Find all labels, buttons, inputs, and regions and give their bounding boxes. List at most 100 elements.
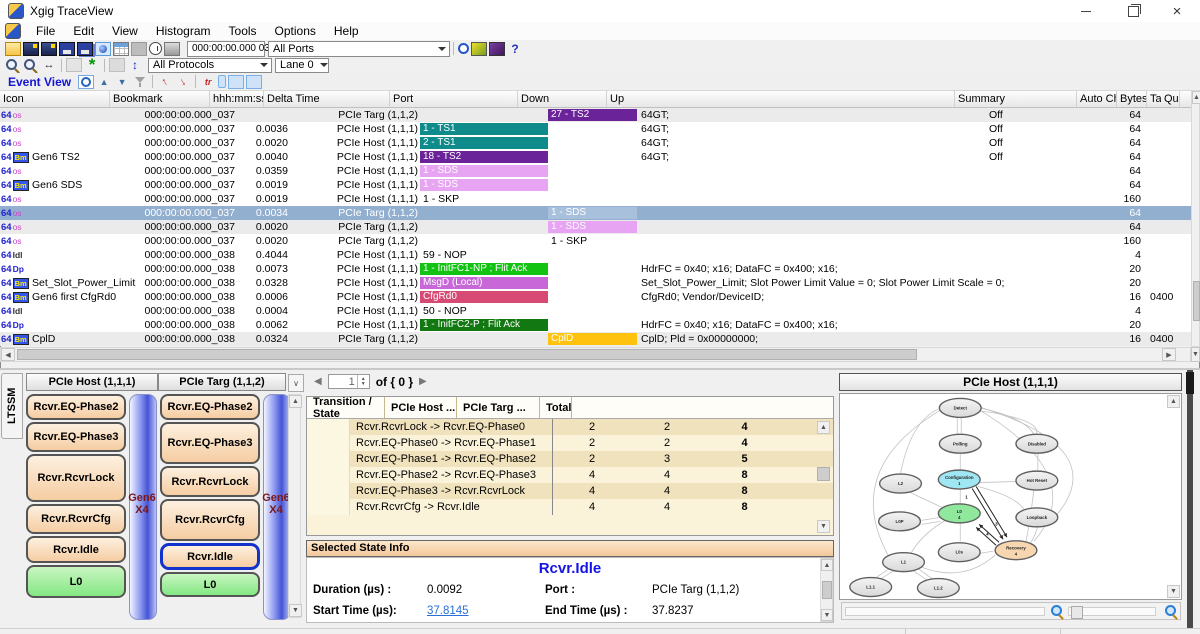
column-header[interactable]: hhh:mm:ss.ms_us	[210, 91, 264, 107]
column-header[interactable]: Bytes	[1117, 91, 1147, 107]
targ-column-header[interactable]: PCIe Targ (1,1,2)	[158, 373, 286, 391]
protocols-combo[interactable]: All Protocols	[148, 58, 272, 73]
help-icon[interactable]	[507, 42, 523, 56]
host-column-header[interactable]: PCIe Host (1,1,1)	[26, 373, 158, 391]
event-row[interactable]: 64 Dp 000:00:00.000_038 0.0062 PCIe Host…	[0, 318, 1191, 332]
column-header[interactable]: Up	[607, 91, 955, 107]
next-triangle-icon[interactable]	[114, 75, 130, 89]
column-header[interactable]: Summary	[955, 91, 1077, 107]
updown-arrows-icon[interactable]	[127, 58, 143, 72]
database-save-icon[interactable]	[23, 42, 39, 56]
scroll-right-icon[interactable]	[1162, 348, 1176, 361]
zoom-in-icon[interactable]	[5, 58, 21, 72]
scroll-up-icon[interactable]	[289, 395, 302, 408]
lane-combo[interactable]: Lane 0	[275, 58, 329, 73]
protocols-combo-caret-icon[interactable]	[257, 59, 271, 72]
menu-item[interactable]: Options	[266, 24, 325, 38]
transition-row[interactable]: Rcvr.EQ-Phase0 -> Rcvr.EQ-Phase1 2 2 4	[307, 435, 833, 451]
start-time-link[interactable]: 37.8145	[427, 605, 469, 617]
ltssm-state[interactable]: Rcvr.RcvrCfg	[160, 499, 260, 541]
trace-view-icon[interactable]	[95, 42, 111, 56]
state-node-l1[interactable]: L1	[883, 553, 925, 572]
database-export-icon[interactable]	[41, 42, 57, 56]
up-packet[interactable]: CplD	[548, 333, 637, 345]
state-node-l11[interactable]: L1.1	[850, 578, 892, 597]
expert-view-icon[interactable]	[471, 42, 487, 56]
event-row[interactable]: 64 os 000:00:00.000_037 0.0020 PCIe Targ…	[0, 234, 1191, 248]
transition-row[interactable]: Rcvr.EQ-Phase2 -> Rcvr.EQ-Phase3 4 4 8	[307, 467, 833, 483]
down-packet[interactable]: 1 - SDS	[420, 165, 548, 177]
down-packet[interactable]: 50 - NOP	[420, 305, 467, 317]
event-row[interactable]: 64 os 000:00:00.000_037 PCIe Targ (1,1,2…	[0, 108, 1191, 122]
clock-view-icon[interactable]	[149, 42, 162, 55]
header-chevron-icon[interactable]	[288, 374, 304, 392]
scroll-down-icon[interactable]	[1167, 585, 1180, 598]
menu-item[interactable]: Help	[325, 24, 368, 38]
transition-row[interactable]: Rcvr.EQ-Phase1 -> Rcvr.EQ-Phase2 2 3 5	[307, 451, 833, 467]
state-node-l12[interactable]: L1.2	[917, 579, 959, 598]
ltssm-state[interactable]: Rcvr.EQ-Phase3	[26, 422, 126, 452]
event-row[interactable]: 64 os 000:00:00.000_037 0.0034 PCIe Targ…	[0, 206, 1191, 220]
ltssm-state[interactable]: Rcvr.RcvrLock	[26, 454, 126, 502]
column-header[interactable]: Icon	[0, 91, 110, 107]
event-row[interactable]: 64 Dp 000:00:00.000_038 0.0073 PCIe Host…	[0, 262, 1191, 276]
up-packet[interactable]: 1 - SDS	[548, 207, 637, 219]
diagram-vscrollbar[interactable]	[1167, 395, 1180, 598]
menu-item[interactable]: Tools	[220, 24, 266, 38]
floppy-save-all-icon[interactable]	[77, 42, 93, 56]
down-packet[interactable]: 1 - InitFC1-NP ; Flit Ack	[420, 263, 548, 275]
scroll-up-icon[interactable]	[821, 559, 833, 571]
ltssm-state[interactable]: Rcvr.Idle	[160, 543, 260, 570]
scroll-down-icon[interactable]	[289, 604, 302, 617]
clock-info-icon[interactable]	[458, 43, 469, 54]
ltssm-state[interactable]: L0	[26, 565, 126, 598]
column-header[interactable]: Down	[518, 91, 607, 107]
down-packet[interactable]: 1 - SDS	[420, 179, 548, 191]
transition-row[interactable]: Rcvr.RcvrCfg -> Rcvr.Idle 4 4 8	[307, 499, 833, 515]
event-hscrollbar[interactable]	[0, 347, 1191, 362]
grid-view-icon[interactable]	[113, 42, 129, 56]
ports-combo[interactable]: All Ports	[268, 41, 450, 57]
up-packet[interactable]: 1 - SDS	[548, 221, 637, 233]
jump-back-icon[interactable]	[157, 75, 173, 89]
report-view-icon[interactable]	[131, 42, 147, 56]
event-vscrollbar[interactable]	[1191, 90, 1200, 347]
lane-combo-caret-icon[interactable]	[319, 59, 328, 72]
ltssm-state[interactable]: Rcvr.EQ-Phase3	[160, 422, 260, 464]
ltssm-state[interactable]: Rcvr.EQ-Phase2	[26, 394, 126, 420]
state-node-recovery[interactable]: Recovery4	[995, 541, 1037, 560]
scroll-up-icon[interactable]	[1167, 395, 1180, 408]
ltssm-vscrollbar[interactable]	[288, 394, 301, 618]
column-header[interactable]: Delta Time	[264, 91, 390, 107]
minimize-button[interactable]	[1069, 0, 1103, 22]
event-row[interactable]: 64 os 000:00:00.000_037 0.0020 PCIe Host…	[0, 136, 1191, 150]
transition-column-header[interactable]: PCIe Targ ...	[457, 397, 540, 418]
zoom-track[interactable]	[845, 607, 1045, 616]
down-packet[interactable]: 18 - TS2	[420, 151, 548, 163]
event-row[interactable]: 64 Idl 000:00:00.000_038 0.4044 PCIe Hos…	[0, 248, 1191, 262]
panel-splitter[interactable]	[1187, 370, 1193, 628]
jump-forward-icon[interactable]	[175, 75, 191, 89]
state-node-l0p[interactable]: L0P	[879, 512, 921, 531]
ltssm-state[interactable]: Rcvr.Idle	[26, 536, 126, 563]
state-node-polling[interactable]: Polling	[939, 434, 981, 453]
scroll-left-icon[interactable]	[1, 348, 15, 361]
state-node-l2[interactable]: L2	[880, 474, 922, 493]
event-row[interactable]: 64 Idl 000:00:00.000_038 0.0004 PCIe Hos…	[0, 304, 1191, 318]
compare-blue-icon[interactable]	[246, 75, 262, 89]
event-row[interactable]: 64 os 000:00:00.000_037 0.0020 PCIe Targ…	[0, 220, 1191, 234]
column-header[interactable]: Qu	[1161, 91, 1180, 107]
folder-open-icon[interactable]	[5, 42, 21, 56]
scroll-down-icon[interactable]	[817, 520, 830, 533]
page-next-icon[interactable]: ▶	[419, 376, 427, 387]
zoom-out-icon[interactable]	[23, 58, 39, 72]
event-row[interactable]: 64 Bm Gen6 TS2 000:00:00.000_037 0.0040 …	[0, 150, 1191, 164]
transition-vscrollbar[interactable]	[817, 421, 831, 533]
info-vscrollbar[interactable]	[820, 558, 833, 622]
menu-item[interactable]: File	[27, 24, 64, 38]
column-header[interactable]: Bookmark	[110, 91, 210, 107]
ports-combo-caret-icon[interactable]	[435, 42, 449, 56]
state-node-loopback[interactable]: Loopback	[1016, 508, 1058, 527]
state-node-disabled[interactable]: Disabled	[1016, 434, 1058, 453]
find-page-icon[interactable]	[78, 75, 94, 89]
